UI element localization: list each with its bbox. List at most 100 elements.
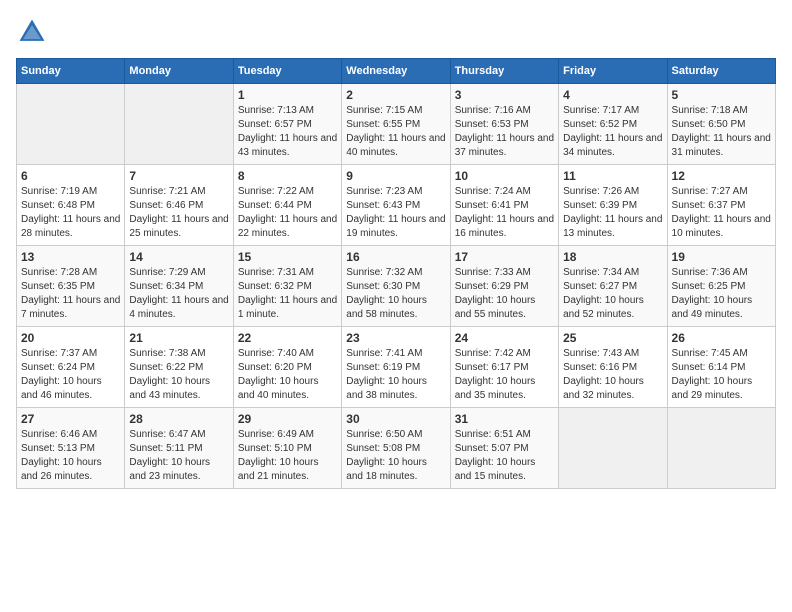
calendar-cell: 7 Sunrise: 7:21 AM Sunset: 6:46 PM Daylig… bbox=[125, 165, 233, 246]
header-row: SundayMondayTuesdayWednesdayThursdayFrid… bbox=[17, 59, 776, 84]
header-day: Saturday bbox=[667, 59, 775, 84]
calendar-cell: 25 Sunrise: 7:43 AM Sunset: 6:16 PM Dayli… bbox=[559, 327, 667, 408]
calendar-body: 1 Sunrise: 7:13 AM Sunset: 6:57 PM Daylig… bbox=[17, 84, 776, 489]
calendar-cell bbox=[667, 408, 775, 489]
day-number: 21 bbox=[129, 331, 228, 345]
header-day: Monday bbox=[125, 59, 233, 84]
day-number: 6 bbox=[21, 169, 120, 183]
day-number: 12 bbox=[672, 169, 771, 183]
calendar-cell bbox=[17, 84, 125, 165]
calendar-cell: 27 Sunrise: 6:46 AM Sunset: 5:13 PM Dayli… bbox=[17, 408, 125, 489]
day-number: 28 bbox=[129, 412, 228, 426]
day-number: 18 bbox=[563, 250, 662, 264]
calendar-cell: 3Sunrise: 7:16 AM Sunset: 6:53 PM Daylig… bbox=[450, 84, 558, 165]
day-info: Sunrise: 7:41 AM Sunset: 6:19 PM Dayligh… bbox=[346, 347, 445, 403]
calendar-cell: 22 Sunrise: 7:40 AM Sunset: 6:20 PM Dayli… bbox=[233, 327, 341, 408]
header-day: Wednesday bbox=[342, 59, 450, 84]
day-number: 26 bbox=[672, 331, 771, 345]
day-number: 7 bbox=[129, 169, 228, 183]
calendar-cell: 28 Sunrise: 6:47 AM Sunset: 5:11 PM Dayli… bbox=[125, 408, 233, 489]
day-number: 8 bbox=[238, 169, 337, 183]
day-info: Sunrise: 7:33 AM Sunset: 6:29 PM Dayligh… bbox=[455, 266, 554, 322]
calendar-week-row: 1 Sunrise: 7:13 AM Sunset: 6:57 PM Daylig… bbox=[17, 84, 776, 165]
day-number: 27 bbox=[21, 412, 120, 426]
day-number: 16 bbox=[346, 250, 445, 264]
calendar-cell: 21Sunrise: 7:38 AM Sunset: 6:22 PM Dayli… bbox=[125, 327, 233, 408]
calendar-week-row: 20 Sunrise: 7:37 AM Sunset: 6:24 PM Dayli… bbox=[17, 327, 776, 408]
day-info: Sunrise: 7:17 AM Sunset: 6:52 PM Dayligh… bbox=[563, 104, 662, 160]
day-info: Sunrise: 7:24 AM Sunset: 6:41 PM Dayligh… bbox=[455, 185, 554, 241]
calendar-cell bbox=[125, 84, 233, 165]
day-number: 29 bbox=[238, 412, 337, 426]
calendar-table: SundayMondayTuesdayWednesdayThursdayFrid… bbox=[16, 58, 776, 489]
day-info: Sunrise: 7:26 AM Sunset: 6:39 PM Dayligh… bbox=[563, 185, 662, 241]
calendar-cell: 8 Sunrise: 7:22 AM Sunset: 6:44 PM Daylig… bbox=[233, 165, 341, 246]
calendar-cell: 18 Sunrise: 7:34 AM Sunset: 6:27 PM Dayli… bbox=[559, 246, 667, 327]
day-info: Sunrise: 7:21 AM Sunset: 6:46 PM Dayligh… bbox=[129, 185, 228, 241]
day-info: Sunrise: 7:37 AM Sunset: 6:24 PM Dayligh… bbox=[21, 347, 120, 403]
header-day: Thursday bbox=[450, 59, 558, 84]
calendar-cell: 9 Sunrise: 7:23 AM Sunset: 6:43 PM Daylig… bbox=[342, 165, 450, 246]
calendar-cell: 19Sunrise: 7:36 AM Sunset: 6:25 PM Dayli… bbox=[667, 246, 775, 327]
day-number: 11 bbox=[563, 169, 662, 183]
calendar-cell: 24 Sunrise: 7:42 AM Sunset: 6:17 PM Dayli… bbox=[450, 327, 558, 408]
day-info: Sunrise: 6:51 AM Sunset: 5:07 PM Dayligh… bbox=[455, 428, 554, 484]
day-info: Sunrise: 7:42 AM Sunset: 6:17 PM Dayligh… bbox=[455, 347, 554, 403]
day-number: 23 bbox=[346, 331, 445, 345]
day-number: 22 bbox=[238, 331, 337, 345]
day-info: Sunrise: 7:40 AM Sunset: 6:20 PM Dayligh… bbox=[238, 347, 337, 403]
day-info: Sunrise: 6:46 AM Sunset: 5:13 PM Dayligh… bbox=[21, 428, 120, 484]
day-info: Sunrise: 7:34 AM Sunset: 6:27 PM Dayligh… bbox=[563, 266, 662, 322]
day-number: 1 bbox=[238, 88, 337, 102]
day-number: 25 bbox=[563, 331, 662, 345]
calendar-cell: 31 Sunrise: 6:51 AM Sunset: 5:07 PM Dayli… bbox=[450, 408, 558, 489]
day-info: Sunrise: 7:32 AM Sunset: 6:30 PM Dayligh… bbox=[346, 266, 445, 322]
day-number: 15 bbox=[238, 250, 337, 264]
calendar-cell: 23 Sunrise: 7:41 AM Sunset: 6:19 PM Dayli… bbox=[342, 327, 450, 408]
calendar-cell: 17 Sunrise: 7:33 AM Sunset: 6:29 PM Dayli… bbox=[450, 246, 558, 327]
day-info: Sunrise: 7:45 AM Sunset: 6:14 PM Dayligh… bbox=[672, 347, 771, 403]
day-info: Sunrise: 7:29 AM Sunset: 6:34 PM Dayligh… bbox=[129, 266, 228, 322]
day-info: Sunrise: 7:28 AM Sunset: 6:35 PM Dayligh… bbox=[21, 266, 120, 322]
calendar-cell: 29Sunrise: 6:49 AM Sunset: 5:10 PM Dayli… bbox=[233, 408, 341, 489]
logo bbox=[16, 16, 52, 48]
day-number: 3 bbox=[455, 88, 554, 102]
calendar-cell bbox=[559, 408, 667, 489]
day-info: Sunrise: 7:13 AM Sunset: 6:57 PM Dayligh… bbox=[238, 104, 337, 160]
day-number: 30 bbox=[346, 412, 445, 426]
day-number: 4 bbox=[563, 88, 662, 102]
day-number: 10 bbox=[455, 169, 554, 183]
day-info: Sunrise: 6:47 AM Sunset: 5:11 PM Dayligh… bbox=[129, 428, 228, 484]
day-info: Sunrise: 7:31 AM Sunset: 6:32 PM Dayligh… bbox=[238, 266, 337, 322]
header-day: Friday bbox=[559, 59, 667, 84]
day-info: Sunrise: 7:19 AM Sunset: 6:48 PM Dayligh… bbox=[21, 185, 120, 241]
calendar-cell: 1 Sunrise: 7:13 AM Sunset: 6:57 PM Daylig… bbox=[233, 84, 341, 165]
day-info: Sunrise: 7:23 AM Sunset: 6:43 PM Dayligh… bbox=[346, 185, 445, 241]
day-info: Sunrise: 6:50 AM Sunset: 5:08 PM Dayligh… bbox=[346, 428, 445, 484]
day-info: Sunrise: 7:18 AM Sunset: 6:50 PM Dayligh… bbox=[672, 104, 771, 160]
day-info: Sunrise: 7:43 AM Sunset: 6:16 PM Dayligh… bbox=[563, 347, 662, 403]
calendar-cell: 10 Sunrise: 7:24 AM Sunset: 6:41 PM Dayli… bbox=[450, 165, 558, 246]
day-info: Sunrise: 7:27 AM Sunset: 6:37 PM Dayligh… bbox=[672, 185, 771, 241]
day-number: 17 bbox=[455, 250, 554, 264]
calendar-cell: 15 Sunrise: 7:31 AM Sunset: 6:32 PM Dayli… bbox=[233, 246, 341, 327]
day-info: Sunrise: 7:22 AM Sunset: 6:44 PM Dayligh… bbox=[238, 185, 337, 241]
day-number: 31 bbox=[455, 412, 554, 426]
day-number: 13 bbox=[21, 250, 120, 264]
calendar-week-row: 6 Sunrise: 7:19 AM Sunset: 6:48 PM Daylig… bbox=[17, 165, 776, 246]
calendar-week-row: 13 Sunrise: 7:28 AM Sunset: 6:35 PM Dayli… bbox=[17, 246, 776, 327]
day-number: 9 bbox=[346, 169, 445, 183]
day-number: 20 bbox=[21, 331, 120, 345]
calendar-cell: 2Sunrise: 7:15 AM Sunset: 6:55 PM Daylig… bbox=[342, 84, 450, 165]
day-info: Sunrise: 7:36 AM Sunset: 6:25 PM Dayligh… bbox=[672, 266, 771, 322]
calendar-cell: 20 Sunrise: 7:37 AM Sunset: 6:24 PM Dayli… bbox=[17, 327, 125, 408]
header-day: Sunday bbox=[17, 59, 125, 84]
calendar-cell: 5Sunrise: 7:18 AM Sunset: 6:50 PM Daylig… bbox=[667, 84, 775, 165]
day-number: 24 bbox=[455, 331, 554, 345]
page-header bbox=[16, 16, 776, 48]
calendar-week-row: 27 Sunrise: 6:46 AM Sunset: 5:13 PM Dayli… bbox=[17, 408, 776, 489]
calendar-cell: 13 Sunrise: 7:28 AM Sunset: 6:35 PM Dayli… bbox=[17, 246, 125, 327]
calendar-cell: 6 Sunrise: 7:19 AM Sunset: 6:48 PM Daylig… bbox=[17, 165, 125, 246]
day-info: Sunrise: 7:15 AM Sunset: 6:55 PM Dayligh… bbox=[346, 104, 445, 160]
calendar-cell: 14Sunrise: 7:29 AM Sunset: 6:34 PM Dayli… bbox=[125, 246, 233, 327]
